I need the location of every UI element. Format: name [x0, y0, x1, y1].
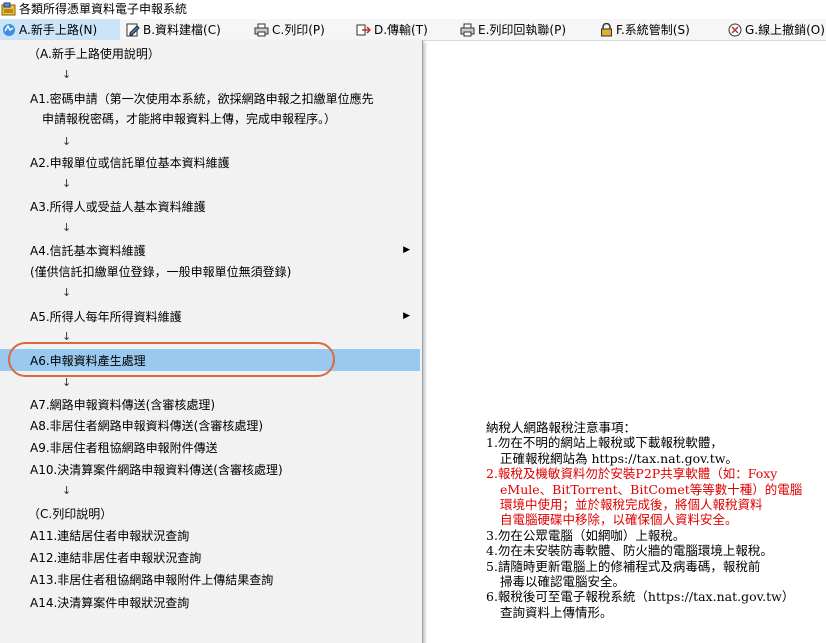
menu-label: F.系統管制(S): [616, 23, 690, 37]
menu-item-a10[interactable]: A10.決清算案件網路申報資料傳送(含審核處理): [0, 458, 420, 480]
menu-item-a8[interactable]: A8.非居住者網路申報資料傳送(含審核處理): [0, 414, 420, 436]
notice-line: 正確報稅網站為 https://tax.nat.gov.tw。: [500, 450, 738, 466]
down-arrow-icon: ↓: [62, 286, 72, 299]
notice-warning-line: 環境中使用；並於報稅完成後，將個人報稅資料: [500, 497, 763, 513]
menu-getting-started[interactable]: A.新手上路(N): [0, 19, 120, 40]
menu-item-a5[interactable]: A5.所得人每年所得資料維護 ▶: [0, 305, 420, 327]
tax-filing-notice: 納稅人網路報稅注意事項： 1.勿在不明的網站上報稅或下載報稅軟體， 正確報稅網站…: [486, 420, 826, 620]
menu-online-revoke[interactable]: G.線上撤銷(O): [728, 19, 825, 40]
printer-icon: [254, 23, 269, 36]
notice-line: 6.報稅後可至電子報稅系統（https://tax.nat.gov.tw）: [486, 589, 795, 605]
notice-line: 查詢資料上傳情形。: [500, 604, 613, 620]
notice-line: 3.勿在公眾電腦（如網咖）上報稅。: [486, 527, 686, 543]
highlight-annotation-oval: [8, 342, 335, 377]
down-arrow-icon: ↓: [62, 68, 72, 81]
section-header-c: （C.列印說明）: [28, 506, 113, 521]
menu-item-a7[interactable]: A7.網路申報資料傳送(含審核處理): [0, 393, 420, 415]
menu-label: B.資料建檔(C): [143, 23, 221, 37]
menu-item-a1-note: 申請報稅密碼，才能將申報資料上傳，完成申報程序。）: [42, 111, 337, 126]
submenu-arrow-icon: ▶: [403, 311, 410, 321]
edit-document-icon: [126, 23, 140, 36]
printer-icon: [460, 23, 475, 36]
lock-icon: [601, 22, 612, 36]
notice-warning-line: eMule、BitTorrent、BitComet等等數十種）的電腦: [500, 481, 803, 497]
down-arrow-icon: ↓: [62, 376, 72, 389]
window-title: 各類所得憑單資料電子申報系統: [19, 2, 188, 16]
down-arrow-icon: ↓: [62, 484, 72, 497]
app-icon: [1, 2, 16, 16]
menu-label: C.列印(P): [272, 23, 325, 37]
down-arrow-icon: ↓: [62, 177, 72, 190]
menu-label: G.線上撤銷(O): [745, 23, 825, 37]
menu-item-a9[interactable]: A9.非居住者租協網路申報附件傳送: [0, 436, 420, 458]
menu-system-control[interactable]: F.系統管制(S): [600, 19, 690, 40]
menu-item-a1-password[interactable]: A1.密碼申請（第一次使用本系統，欲採網路申報之扣繳單位應先: [0, 87, 420, 109]
down-arrow-icon: ↓: [62, 221, 72, 234]
menu-item-a12[interactable]: A12.連結非居住者申報狀況查詢: [0, 546, 420, 568]
menu-item-a4-note: (僅供信託扣繳單位登錄，一般申報單位無須登錄): [30, 264, 292, 279]
menu-print[interactable]: C.列印(P): [254, 19, 325, 40]
title-bar: 各類所得憑單資料電子申報系統: [0, 0, 826, 19]
transmit-icon: [356, 24, 371, 35]
menu-item-a11[interactable]: A11.連結居住者申報狀況查詢: [0, 524, 420, 546]
notice-title: 納稅人網路報稅注意事項：: [486, 420, 637, 435]
menu-transmit[interactable]: D.傳輸(T): [356, 19, 428, 40]
menu-item-a2[interactable]: A2.申報單位或信託單位基本資料維護: [0, 151, 420, 173]
notice-line: 掃毒以確認電腦安全。: [500, 574, 626, 590]
menu-label: D.傳輸(T): [374, 23, 428, 37]
menu-item-a4[interactable]: A4.信託基本資料維護 ▶: [0, 239, 420, 261]
notice-warning-line: 2.報稅及機敏資料勿於安裝P2P共享軟體（如：Foxy: [486, 466, 778, 482]
menu-print-receipt[interactable]: E.列印回執聯(P): [460, 19, 566, 40]
menu-label: E.列印回執聯(P): [478, 23, 566, 37]
notice-warning-line: 自電腦硬碟中移除，以確保個人資料安全。: [500, 512, 738, 528]
menu-data-entry[interactable]: B.資料建檔(C): [126, 19, 221, 40]
menu-label: A.新手上路(N): [19, 23, 98, 37]
submenu-arrow-icon: ▶: [403, 245, 410, 255]
menu-item-a13[interactable]: A13.非居住者租協網路申報附件上傳結果查詢: [0, 568, 420, 590]
notice-line: 5.請隨時更新電腦上的修補程式及病毒碼，報稅前: [486, 558, 761, 574]
guide-icon: [3, 23, 15, 36]
revoke-icon: [728, 23, 742, 36]
notice-line: 1.勿在不明的網站上報稅或下載報稅軟體，: [486, 435, 723, 451]
section-header-a: （A.新手上路使用說明）: [28, 46, 160, 61]
menu-bar: A.新手上路(N) B.資料建檔(C) C.列印(P) D.傳輸(T) E.列印…: [0, 19, 826, 41]
menu-item-a14[interactable]: A14.決清算案件申報狀況查詢: [0, 591, 420, 613]
down-arrow-icon: ↓: [62, 135, 72, 148]
notice-line: 4.勿在未安裝防毒軟體、防火牆的電腦環境上報稅。: [486, 543, 773, 559]
menu-item-a3[interactable]: A3.所得人或受益人基本資料維護: [0, 195, 420, 217]
